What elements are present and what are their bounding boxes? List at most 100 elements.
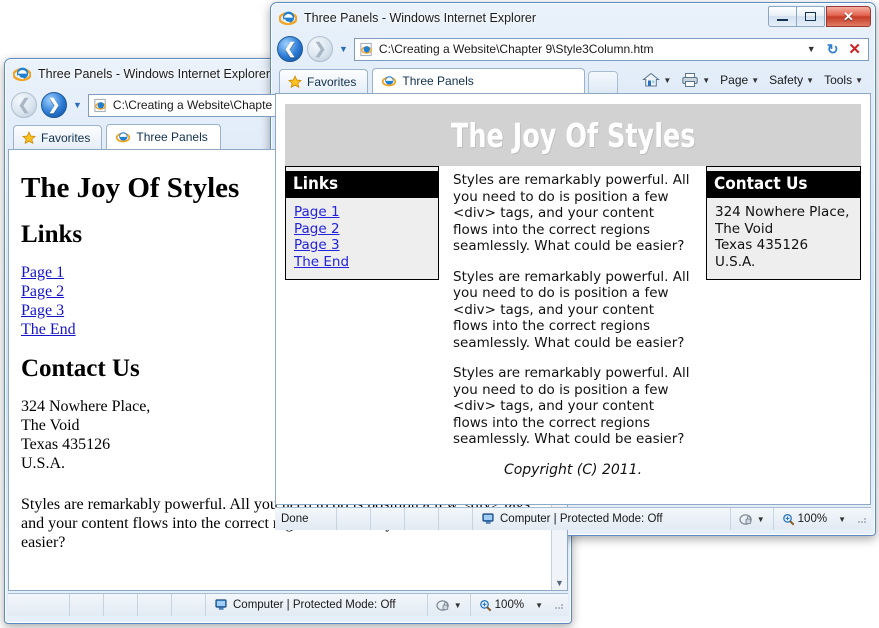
privacy-indicator[interactable]: ▼ [428, 599, 470, 612]
status-right-group: ▼ 100% ▼ [426, 594, 568, 616]
page-favicon-icon [360, 42, 372, 56]
minimize-button[interactable] [768, 6, 797, 27]
page-menu-button[interactable]: Page ▼ [716, 73, 763, 87]
banner-title: The Joy Of Styles [450, 115, 696, 155]
status-cell [172, 594, 206, 616]
chevron-down-icon[interactable]: ▼ [454, 601, 462, 610]
status-cell [371, 508, 405, 530]
status-cell [439, 508, 473, 530]
main-content-column: Styles are remarkably powerful. All you … [453, 166, 693, 478]
links-panel-heading: Links [286, 171, 438, 198]
computer-icon [482, 513, 494, 524]
print-button[interactable]: ▼ [677, 72, 714, 88]
chevron-down-icon[interactable]: ▼ [757, 515, 765, 524]
back-window-title: Three Panels - Windows Internet Explorer [38, 67, 271, 81]
security-zone-indicator[interactable]: Computer | Protected Mode: Off [206, 599, 404, 611]
contact-panel: Contact Us 324 Nowhere Place, The Void T… [706, 166, 861, 280]
security-zone-indicator[interactable]: Computer | Protected Mode: Off [473, 513, 671, 525]
chevron-down-icon[interactable]: ▼ [751, 76, 759, 85]
new-tab-button[interactable] [588, 71, 619, 93]
status-right-group: ▼ 100% ▼ [729, 508, 871, 530]
front-rendered-page: The Joy Of Styles Links Page 1 Page 2 Pa… [276, 94, 870, 504]
contact-panel-body: 324 Nowhere Place, The Void Texas 435126… [707, 198, 860, 279]
address-line-3: Texas 435126 [715, 237, 809, 253]
privacy-indicator[interactable]: ▼ [731, 513, 773, 526]
maximize-button[interactable] [796, 6, 825, 27]
address-line-2: The Void [21, 417, 80, 434]
refresh-icon[interactable]: ↻ [822, 41, 844, 58]
back-status-bar: Computer | Protected Mode: Off ▼ 100% ▼ [8, 593, 568, 616]
back-button[interactable]: ❮ [277, 36, 303, 62]
body-paragraph: Styles are remarkably powerful. All you … [453, 172, 690, 254]
address-line-1: 324 Nowhere Place, [715, 204, 850, 220]
internet-explorer-icon [13, 67, 31, 82]
stop-icon[interactable]: ✕ [843, 40, 866, 58]
link-the-end[interactable]: The End [294, 254, 430, 271]
star-icon [288, 74, 302, 88]
zone-label: Computer | Protected Mode: Off [500, 513, 663, 525]
browser-tab[interactable]: Three Panels [372, 68, 586, 93]
chevron-down-icon[interactable]: ▼ [535, 601, 543, 610]
safety-menu-label: Safety [769, 73, 804, 87]
recent-pages-chevron-down-icon[interactable]: ▼ [339, 44, 348, 54]
zoom-level-label: 100% [494, 599, 525, 611]
links-panel-body: Page 1 Page 2 Page 3 The End [286, 198, 438, 279]
close-button[interactable]: ✕ [826, 6, 871, 27]
front-page-viewport: The Joy Of Styles Links Page 1 Page 2 Pa… [275, 93, 871, 505]
chevron-down-icon[interactable]: ▼ [838, 515, 846, 524]
address-line-4: U.S.A. [21, 455, 66, 472]
address-line-3: Texas 435126 [21, 436, 111, 453]
body-paragraph: Styles are remarkably powerful. All you … [453, 268, 690, 351]
link-page-1[interactable]: Page 1 [294, 204, 430, 221]
chevron-down-icon[interactable]: ▼ [855, 76, 863, 85]
recent-pages-chevron-down-icon[interactable]: ▼ [73, 100, 82, 110]
forward-button[interactable]: ❯ [41, 92, 67, 118]
minimize-icon [777, 18, 788, 21]
back-button[interactable]: ❮ [11, 92, 37, 118]
zoom-level-label: 100% [797, 513, 828, 525]
home-button[interactable]: ▼ [638, 72, 675, 88]
browser-tab-label: Three Panels [136, 130, 208, 144]
close-icon: ✕ [843, 9, 854, 24]
link-page-3[interactable]: Page 3 [294, 237, 430, 254]
front-tab-row: Favorites Three Panels ▼ ▼ Page ▼ Safety… [271, 65, 875, 93]
computer-icon [215, 599, 227, 610]
front-navigation-row: ❮ ❯ ▼ C:\Creating a Website\Chapter 9\St… [271, 33, 875, 65]
address-line-4: U.S.A. [715, 253, 756, 270]
address-dropdown-chevron-down-icon[interactable]: ▼ [801, 44, 822, 54]
page-favicon-icon [94, 98, 106, 112]
browser-tab[interactable]: Three Panels [106, 124, 221, 149]
screen: Three Panels - Windows Internet Explorer… [0, 0, 879, 628]
zoom-control[interactable]: 100% ▼ [471, 599, 551, 612]
status-text: Done [275, 508, 337, 530]
body-paragraph: Styles are remarkably powerful. All you … [453, 365, 690, 447]
address-line-1: 324 Nowhere Place, [21, 398, 151, 415]
print-icon [682, 73, 698, 87]
status-cell [104, 594, 138, 616]
favorites-label: Favorites [41, 130, 91, 145]
command-bar: ▼ ▼ Page ▼ Safety ▼ Tools ▼ [638, 67, 875, 93]
privacy-lock-icon [739, 513, 752, 525]
tools-menu-label: Tools [824, 73, 853, 87]
favorites-button[interactable]: Favorites [279, 69, 369, 93]
link-page-2[interactable]: Page 2 [294, 221, 430, 238]
chevron-down-icon[interactable]: ▼ [663, 76, 671, 85]
back-arrow-icon: ❮ [283, 40, 297, 58]
chevron-down-icon[interactable]: ▼ [806, 76, 814, 85]
resize-grip-icon[interactable] [856, 513, 868, 525]
forward-button[interactable]: ❯ [307, 36, 333, 62]
status-cell [337, 508, 371, 530]
zoom-icon [782, 513, 795, 525]
resize-grip-icon[interactable] [553, 599, 565, 611]
tools-menu-button[interactable]: Tools ▼ [820, 73, 867, 87]
safety-menu-button[interactable]: Safety ▼ [765, 73, 818, 87]
zone-label: Computer | Protected Mode: Off [233, 599, 396, 611]
scroll-down-arrow-icon[interactable]: ▼ [555, 576, 564, 590]
front-title-bar[interactable]: Three Panels - Windows Internet Explorer… [271, 3, 875, 33]
chevron-down-icon[interactable]: ▼ [702, 76, 710, 85]
front-address-bar[interactable]: C:\Creating a Website\Chapter 9\Style3Co… [353, 37, 869, 61]
active-browser-window[interactable]: Three Panels - Windows Internet Explorer… [270, 2, 876, 536]
home-icon [642, 72, 661, 87]
favorites-button[interactable]: Favorites [13, 125, 103, 149]
zoom-control[interactable]: 100% ▼ [774, 513, 854, 526]
